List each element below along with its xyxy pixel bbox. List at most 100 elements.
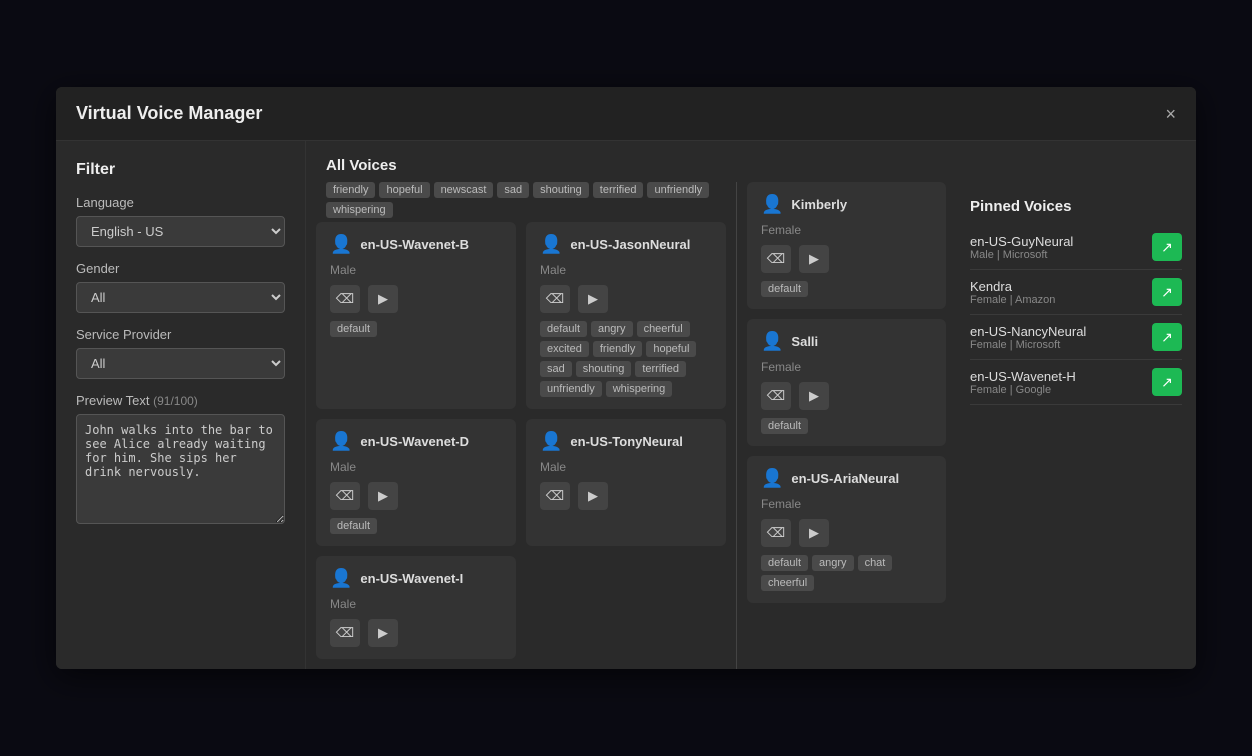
pinned-sub: Male | Microsoft: [970, 249, 1073, 261]
user-icon: 👤: [330, 234, 352, 255]
voice-actions: ⌫ ▶: [761, 245, 932, 273]
play-button[interactable]: ▶: [578, 482, 608, 510]
voice-name: en-US-Wavenet-D: [360, 434, 469, 449]
unpin-button[interactable]: ↗: [1152, 323, 1182, 351]
pinned-info: en-US-NancyNeural Female | Microsoft: [970, 324, 1086, 351]
unpin-button[interactable]: ↗: [1152, 278, 1182, 306]
play-button[interactable]: ▶: [368, 619, 398, 647]
pin-button[interactable]: ⌫: [540, 285, 570, 313]
voice-card-header: 👤 en-US-JasonNeural: [540, 234, 712, 255]
voice-actions: ⌫ ▶: [761, 519, 932, 547]
voice-actions: ⌫ ▶: [540, 482, 712, 510]
tag: hopeful: [379, 182, 429, 198]
language-select[interactable]: English - US English - UK Spanish French…: [76, 216, 285, 247]
user-icon: 👤: [540, 431, 562, 452]
tags-row: default: [330, 518, 502, 534]
language-label: Language: [76, 195, 285, 210]
pin-button[interactable]: ⌫: [761, 245, 791, 273]
tag: shouting: [533, 182, 589, 198]
unpin-button[interactable]: ↗: [1152, 368, 1182, 396]
pinned-name: en-US-Wavenet-H: [970, 369, 1076, 384]
pinned-info: Kendra Female | Amazon: [970, 279, 1055, 306]
tag: unfriendly: [540, 381, 602, 397]
pin-button[interactable]: ⌫: [330, 619, 360, 647]
gender-select[interactable]: All Male Female: [76, 282, 285, 313]
modal-body: Filter Language English - US English - U…: [56, 141, 1196, 669]
close-button[interactable]: ×: [1165, 105, 1176, 123]
play-button[interactable]: ▶: [799, 382, 829, 410]
tag: default: [761, 555, 808, 571]
voice-gender: Female: [761, 497, 932, 511]
tag: terrified: [635, 361, 686, 377]
partial-card-tags: friendly hopeful newscast sad shouting t…: [316, 182, 726, 222]
user-icon: 👤: [540, 234, 562, 255]
pin-button[interactable]: ⌫: [540, 482, 570, 510]
tag: friendly: [326, 182, 375, 198]
voice-card: 👤 en-US-Wavenet-B Male ⌫ ▶ default: [316, 222, 516, 409]
user-icon: 👤: [761, 194, 783, 215]
play-button[interactable]: ▶: [368, 482, 398, 510]
voice-card: 👤 en-US-TonyNeural Male ⌫ ▶: [526, 419, 726, 546]
pin-button[interactable]: ⌫: [761, 382, 791, 410]
voice-actions: ⌫ ▶: [330, 619, 502, 647]
pinned-sub: Female | Amazon: [970, 294, 1055, 306]
tag: whispering: [606, 381, 673, 397]
voices-area: friendly hopeful newscast sad shouting t…: [306, 182, 1196, 669]
voice-card-header: 👤 en-US-Wavenet-B: [330, 234, 502, 255]
tags-row: default angry chat cheerful: [761, 555, 932, 591]
tag-default: default: [330, 321, 377, 337]
service-select[interactable]: All Google Amazon Microsoft: [76, 348, 285, 379]
tag: sad: [497, 182, 529, 198]
play-button[interactable]: ▶: [578, 285, 608, 313]
tag: excited: [540, 341, 589, 357]
tags-row: default angry cheerful excited friendly …: [540, 321, 712, 397]
voice-gender: Female: [761, 360, 932, 374]
tag: angry: [812, 555, 854, 571]
pinned-voices-header: Pinned Voices: [970, 182, 1182, 225]
voice-name: en-US-JasonNeural: [570, 237, 690, 252]
tags-row: default: [761, 418, 932, 434]
pinned-name: en-US-NancyNeural: [970, 324, 1086, 339]
pin-button[interactable]: ⌫: [761, 519, 791, 547]
tag: hopeful: [646, 341, 696, 357]
tag: newscast: [434, 182, 494, 198]
pinned-sub: Female | Microsoft: [970, 339, 1086, 351]
voice-card: 👤 en-US-Wavenet-I Male ⌫ ▶: [316, 556, 516, 659]
tag: cheerful: [637, 321, 690, 337]
voice-name: en-US-AriaNeural: [791, 471, 899, 486]
pinned-info: en-US-GuyNeural Male | Microsoft: [970, 234, 1073, 261]
tag: shouting: [576, 361, 632, 377]
tag: chat: [858, 555, 893, 571]
pin-button[interactable]: ⌫: [330, 285, 360, 313]
voice-card-header: 👤 en-US-Wavenet-D: [330, 431, 502, 452]
tag: default: [540, 321, 587, 337]
play-button[interactable]: ▶: [799, 519, 829, 547]
voice-gender: Female: [761, 223, 932, 237]
unpin-button[interactable]: ↗: [1152, 233, 1182, 261]
pin-button[interactable]: ⌫: [330, 482, 360, 510]
tag-default: default: [330, 518, 377, 534]
pinned-name: Kendra: [970, 279, 1055, 294]
voice-gender: Male: [540, 263, 712, 277]
voice-card-header: 👤 en-US-TonyNeural: [540, 431, 712, 452]
tag: terrified: [593, 182, 644, 198]
voice-name: Salli: [791, 334, 818, 349]
voice-card: 👤 en-US-AriaNeural Female ⌫ ▶ default an…: [747, 456, 946, 603]
play-button[interactable]: ▶: [368, 285, 398, 313]
preview-textarea[interactable]: John walks into the bar to see Alice alr…: [76, 414, 285, 524]
tag: unfriendly: [647, 182, 709, 198]
preview-label: Preview Text (91/100): [76, 393, 285, 408]
voice-name: en-US-Wavenet-I: [360, 571, 463, 586]
pinned-item: en-US-GuyNeural Male | Microsoft ↗: [970, 225, 1182, 270]
voice-gender: Male: [330, 460, 502, 474]
voice-name: Kimberly: [791, 197, 847, 212]
modal-title: Virtual Voice Manager: [76, 103, 262, 124]
tag-default: default: [761, 281, 808, 297]
voice-name: en-US-TonyNeural: [570, 434, 682, 449]
voice-name: en-US-Wavenet-B: [360, 237, 469, 252]
voice-gender: Male: [330, 263, 502, 277]
play-button[interactable]: ▶: [799, 245, 829, 273]
main-content: All Voices friendly hopeful newscast sad…: [306, 141, 1196, 669]
user-icon: 👤: [761, 468, 783, 489]
voice-card: 👤 en-US-Wavenet-D Male ⌫ ▶ default: [316, 419, 516, 546]
